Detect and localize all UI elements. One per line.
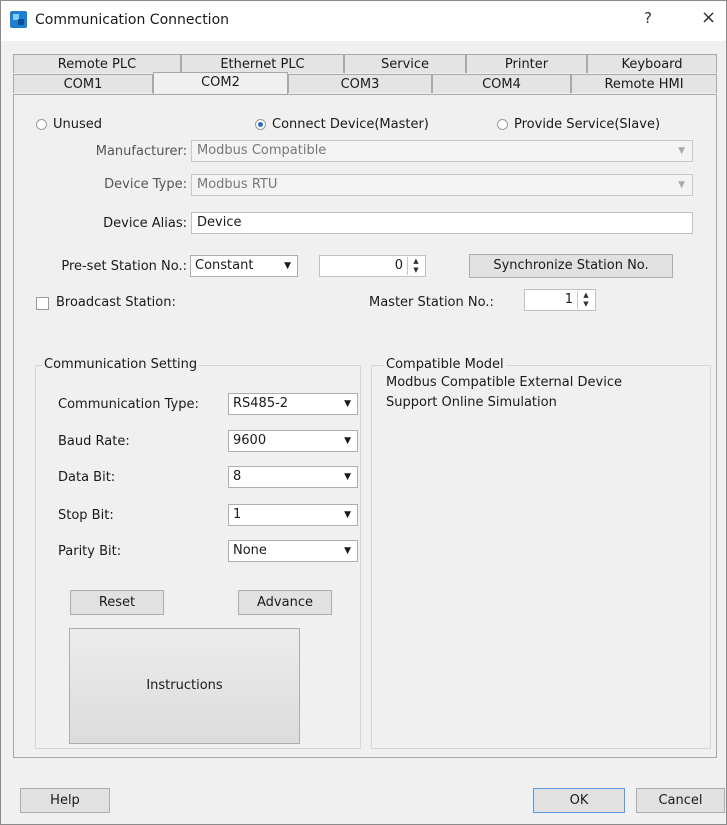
compatible-model-line1: Modbus Compatible External Device — [386, 375, 622, 390]
parity-bit-select[interactable]: None ▼ — [228, 540, 358, 562]
chevron-down-icon: ▼ — [344, 472, 351, 482]
preset-station-label: Pre-set Station No.: — [61, 259, 187, 274]
broadcast-label: Broadcast Station: — [56, 295, 176, 310]
master-station-label: Master Station No.: — [369, 295, 494, 310]
close-icon[interactable]: × — [701, 7, 716, 28]
radio-unused[interactable]: Unused — [36, 117, 102, 132]
comm-type-label: Communication Type: — [58, 397, 199, 412]
chevron-down-icon: ▼ — [344, 510, 351, 520]
chevron-down-icon: ▼ — [344, 546, 351, 556]
parity-bit-label: Parity Bit: — [58, 544, 122, 559]
radio-master[interactable]: Connect Device(Master) — [255, 117, 429, 132]
device-alias-label: Device Alias: — [103, 216, 187, 231]
compatible-model-line2: Support Online Simulation — [386, 395, 557, 410]
tab-printer[interactable]: Printer — [466, 54, 587, 73]
device-alias-input[interactable]: Device — [191, 212, 693, 234]
preset-station-value: Constant — [195, 258, 254, 273]
baud-rate-label: Baud Rate: — [58, 434, 130, 449]
stop-bit-select[interactable]: 1 ▼ — [228, 504, 358, 526]
instructions-button[interactable]: Instructions — [69, 628, 300, 744]
advance-button[interactable]: Advance — [238, 590, 332, 615]
baud-rate-value: 9600 — [233, 433, 267, 448]
window-title: Communication Connection — [35, 12, 230, 28]
comm-type-select[interactable]: RS485-2 ▼ — [228, 393, 358, 415]
chevron-down-icon: ▼ — [678, 180, 685, 190]
manufacturer-select[interactable]: Modbus Compatible ▼ — [191, 140, 693, 162]
master-station-spinner[interactable]: 1 ▲ ▼ — [524, 289, 596, 311]
radio-master-dot — [255, 119, 266, 130]
synchronize-station-button[interactable]: Synchronize Station No. — [469, 254, 673, 278]
help-button[interactable]: Help — [20, 788, 110, 813]
tab-com2[interactable]: COM2 — [153, 72, 288, 94]
ok-button[interactable]: OK — [533, 788, 625, 813]
spinner-buttons[interactable]: ▲ ▼ — [407, 257, 424, 275]
chevron-down-icon: ▼ — [344, 436, 351, 446]
spin-up-icon[interactable]: ▲ — [583, 291, 588, 299]
radio-unused-label: Unused — [53, 117, 103, 132]
device-type-value: Modbus RTU — [197, 177, 278, 192]
reset-button[interactable]: Reset — [70, 590, 164, 615]
radio-master-label: Connect Device(Master) — [272, 117, 429, 132]
tab-remote-hmi[interactable]: Remote HMI — [571, 74, 717, 93]
manufacturer-value: Modbus Compatible — [197, 143, 327, 158]
parity-bit-value: None — [233, 543, 267, 558]
preset-station-select[interactable]: Constant ▼ — [190, 255, 298, 277]
spin-down-icon[interactable]: ▼ — [583, 300, 588, 308]
tab-keyboard[interactable]: Keyboard — [587, 54, 717, 73]
tab-row-top: Remote PLC Ethernet PLC Service Printer … — [13, 54, 717, 74]
stop-bit-label: Stop Bit: — [58, 508, 114, 523]
baud-rate-select[interactable]: 9600 ▼ — [228, 430, 358, 452]
title-bar: Communication Connection ? × — [1, 1, 726, 41]
chevron-down-icon: ▼ — [678, 146, 685, 156]
device-type-label: Device Type: — [104, 177, 187, 192]
radio-slave-label: Provide Service(Slave) — [514, 117, 661, 132]
radio-slave[interactable]: Provide Service(Slave) — [497, 117, 660, 132]
data-bit-label: Data Bit: — [58, 470, 116, 485]
chevron-down-icon: ▼ — [344, 399, 351, 409]
tab-ethernet-plc[interactable]: Ethernet PLC — [181, 54, 344, 73]
preset-station-number: 0 — [394, 258, 403, 273]
chevron-down-icon: ▼ — [284, 261, 291, 271]
spin-up-icon[interactable]: ▲ — [413, 257, 418, 265]
spin-down-icon[interactable]: ▼ — [413, 266, 418, 274]
dialog-window: Communication Connection ? × Remote PLC … — [0, 0, 727, 825]
master-station-value: 1 — [564, 292, 573, 307]
compatible-model-title: Compatible Model — [384, 357, 506, 372]
radio-slave-dot — [497, 119, 508, 130]
broadcast-checkbox[interactable] — [36, 297, 49, 310]
communication-setting-title: Communication Setting — [42, 357, 200, 372]
compatible-model-group — [371, 365, 711, 749]
tab-com3[interactable]: COM3 — [288, 74, 432, 93]
help-icon[interactable]: ? — [644, 9, 652, 27]
data-bit-value: 8 — [233, 469, 242, 484]
data-bit-select[interactable]: 8 ▼ — [228, 466, 358, 488]
tab-service[interactable]: Service — [344, 54, 466, 73]
device-type-select[interactable]: Modbus RTU ▼ — [191, 174, 693, 196]
tab-com1[interactable]: COM1 — [13, 74, 153, 93]
manufacturer-label: Manufacturer: — [95, 144, 187, 159]
stop-bit-value: 1 — [233, 507, 242, 522]
tab-remote-plc[interactable]: Remote PLC — [13, 54, 181, 73]
comm-type-value: RS485-2 — [233, 396, 289, 411]
tab-row-bottom: COM1 COM2 COM3 COM4 Remote HMI — [13, 72, 717, 94]
tab-com4[interactable]: COM4 — [432, 74, 571, 93]
radio-unused-dot — [36, 119, 47, 130]
preset-station-spinner[interactable]: 0 ▲ ▼ — [319, 255, 426, 277]
app-icon — [10, 11, 27, 28]
spinner-buttons[interactable]: ▲ ▼ — [577, 291, 594, 309]
cancel-button[interactable]: Cancel — [636, 788, 725, 813]
